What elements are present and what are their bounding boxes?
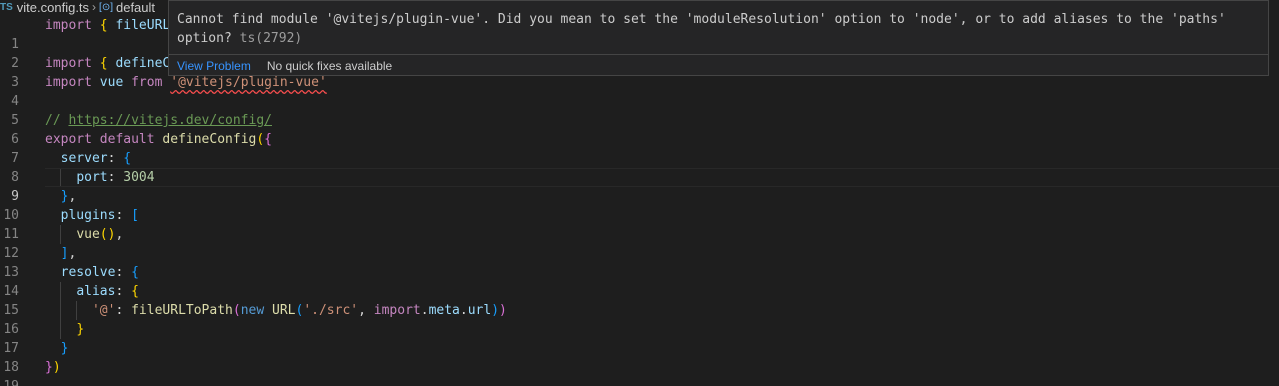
code-line[interactable]: 18 } xyxy=(0,339,1279,375)
token: import xyxy=(45,75,92,90)
error-code: ts(2792) xyxy=(239,31,303,46)
code-line-current[interactable]: 9 port: 3004 xyxy=(0,168,1279,204)
token: './src' xyxy=(303,303,359,318)
token: . xyxy=(459,303,468,318)
token: () xyxy=(99,227,116,242)
token: { xyxy=(264,132,272,147)
token: ( xyxy=(256,132,265,147)
code-line[interactable]: 12 vue(), xyxy=(0,225,1279,261)
token: : xyxy=(115,303,124,318)
token: server xyxy=(60,151,108,166)
token: '@' xyxy=(91,303,116,318)
code-line[interactable]: 14 resolve: { xyxy=(0,263,1279,299)
token: import xyxy=(45,18,92,33)
token: default xyxy=(99,132,155,147)
error-message-text: Cannot find module '@vitejs/plugin-vue'.… xyxy=(177,12,1226,46)
token: , xyxy=(68,189,77,204)
comment-link[interactable]: https://vitejs.dev/config/ xyxy=(68,113,272,128)
breadcrumb-file[interactable]: vite.config.ts xyxy=(17,0,89,15)
token: ) xyxy=(52,360,61,375)
code-line[interactable]: 19 }) xyxy=(0,358,1279,386)
token: : xyxy=(107,151,116,166)
token: from xyxy=(131,75,163,90)
token: vue xyxy=(99,75,124,90)
code-line[interactable]: 11 plugins: [ xyxy=(0,206,1279,242)
token: : xyxy=(107,170,116,185)
code-line[interactable]: 13 ], xyxy=(0,244,1279,280)
error-message: Cannot find module '@vitejs/plugin-vue'.… xyxy=(177,10,1228,48)
token: port xyxy=(76,170,108,185)
token: export xyxy=(45,132,92,147)
symbol-icon: [⊙] xyxy=(99,2,113,13)
token: vue xyxy=(76,227,100,242)
token: } xyxy=(76,322,85,337)
code-line[interactable]: 5 xyxy=(0,92,1279,128)
code-line[interactable]: 6 // https://vitejs.dev/config/ xyxy=(0,111,1279,147)
code-line[interactable]: 7 export default defineConfig({ xyxy=(0,130,1279,166)
token: fileURLToPath xyxy=(131,303,233,318)
token: ) xyxy=(499,303,507,318)
token: { xyxy=(131,284,139,299)
typescript-file-icon: TS xyxy=(0,2,13,13)
token: import xyxy=(373,303,421,318)
token: , xyxy=(68,246,77,261)
token: { xyxy=(99,18,108,33)
code-line[interactable]: 15 alias: { xyxy=(0,282,1279,318)
error-hover-popup: Cannot find module '@vitejs/plugin-vue'.… xyxy=(168,0,1269,76)
code-line[interactable]: 8 server: { xyxy=(0,149,1279,185)
token: new xyxy=(240,303,265,318)
token: URL xyxy=(272,303,296,318)
token: : xyxy=(115,208,124,223)
token: fileURL xyxy=(115,18,171,33)
indent-guide xyxy=(60,168,61,187)
token: . xyxy=(420,303,429,318)
token: : xyxy=(115,265,124,280)
token: : xyxy=(115,284,124,299)
token: url xyxy=(467,303,492,318)
hover-actions-bar: View Problem No quick fixes available xyxy=(169,54,1268,77)
breadcrumb-symbol[interactable]: default xyxy=(116,0,155,15)
token: defineC xyxy=(115,56,171,71)
token: resolve xyxy=(60,265,116,280)
token: { xyxy=(131,265,139,280)
token: { xyxy=(99,56,108,71)
code-editor[interactable]: TS vite.config.ts › [⊙] default 1 import… xyxy=(0,0,1279,386)
comment: // xyxy=(45,113,61,128)
token: } xyxy=(60,341,69,356)
token: import xyxy=(45,56,92,71)
token: alias xyxy=(76,284,116,299)
no-quick-fixes-label: No quick fixes available xyxy=(266,59,393,73)
token: { xyxy=(123,151,132,166)
token: defineConfig xyxy=(162,132,257,147)
token: meta xyxy=(428,303,460,318)
code-line[interactable]: 10 }, xyxy=(0,187,1279,223)
token: plugins xyxy=(60,208,116,223)
token: , xyxy=(358,303,366,318)
token: ) xyxy=(491,303,500,318)
token: [ xyxy=(131,208,139,223)
token: ( xyxy=(232,303,241,318)
view-problem-link[interactable]: View Problem xyxy=(177,59,251,73)
code-line[interactable]: 16 '@': fileURLToPath(new URL('./src', i… xyxy=(0,301,1279,337)
token: 3004 xyxy=(123,170,155,185)
token: , xyxy=(115,227,124,242)
code-line[interactable]: 17 } xyxy=(0,320,1279,356)
line-number: 19 xyxy=(0,377,19,386)
token: } xyxy=(45,360,53,375)
chevron-right-icon: › xyxy=(92,0,97,14)
error-module-string[interactable]: '@vitejs/plugin-vue' xyxy=(170,75,327,90)
